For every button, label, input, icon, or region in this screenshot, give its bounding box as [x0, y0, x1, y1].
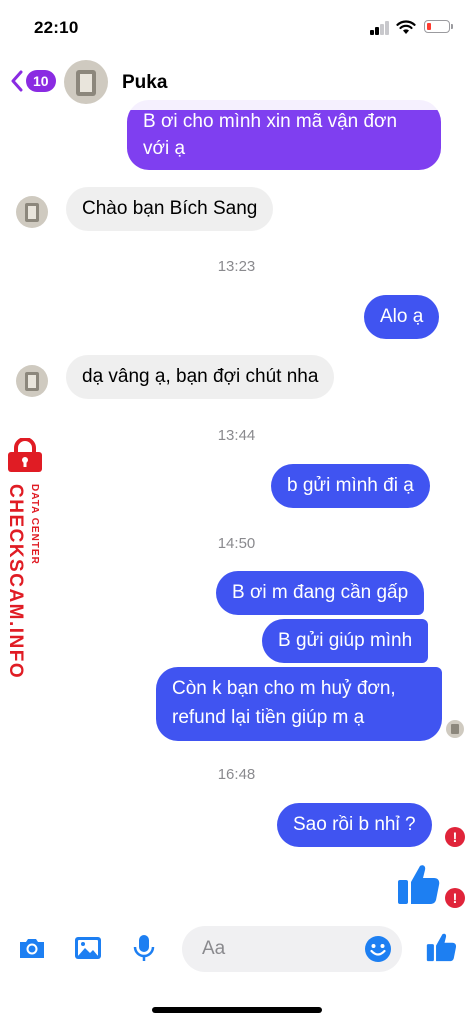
contact-name[interactable]: Puka	[122, 72, 167, 94]
image-icon[interactable]	[72, 932, 104, 964]
timestamp: 16:48	[217, 766, 256, 783]
message-text: Sao rồi b nhỉ ?	[293, 814, 416, 835]
home-indicator[interactable]	[152, 1007, 322, 1013]
chat-header: 10 Puka	[0, 52, 473, 110]
back-button[interactable]: 10	[10, 66, 56, 96]
message-text: Alo ạ	[380, 306, 424, 327]
watermark: CHECKSCAM.INFO DATA CENTER	[0, 438, 52, 679]
error-icon[interactable]: !	[445, 827, 465, 847]
battery-icon	[424, 20, 453, 33]
outgoing-message[interactable]: Sao rồi b nhỉ ?	[277, 803, 432, 847]
signal-icon	[370, 21, 390, 35]
status-bar: 22:10	[0, 0, 473, 52]
seen-receipt-avatar	[446, 720, 464, 738]
unread-badge: 10	[26, 70, 56, 92]
outgoing-message[interactable]: b gửi mình đi ạ	[271, 464, 430, 508]
incoming-message[interactable]: Chào bạn Bích Sang	[66, 187, 274, 231]
microphone-icon[interactable]	[128, 932, 160, 964]
contact-avatar-small	[16, 196, 48, 228]
wifi-icon	[396, 20, 416, 34]
outgoing-message[interactable]: B gửi giúp mình	[262, 619, 429, 663]
message-text: b gửi mình đi ạ	[287, 475, 414, 496]
message-input[interactable]: Aa	[182, 926, 402, 972]
message-text: dạ vâng ạ, bạn đợi chút nha	[82, 366, 319, 387]
message-text: với ạ	[143, 138, 186, 159]
watermark-brand: CHECKSCAM.INFO	[5, 484, 26, 680]
contact-avatar-small	[16, 365, 48, 397]
timestamp: 13:44	[217, 427, 256, 444]
message-input-placeholder: Aa	[202, 938, 226, 959]
like-icon[interactable]	[394, 860, 442, 908]
message-text: Chào bạn Bích Sang	[82, 198, 258, 219]
emoji-icon[interactable]	[364, 935, 392, 963]
message-text: Còn k bạn cho m huỷ đơn,	[172, 678, 396, 699]
message-text: B ơi m đang cần gấp	[232, 582, 409, 603]
composer-bar: Aa	[0, 918, 473, 982]
status-time: 22:10	[34, 18, 79, 37]
timestamp: 14:50	[217, 535, 256, 552]
incoming-message[interactable]: dạ vâng ạ, bạn đợi chút nha	[66, 355, 335, 399]
message-text: B ơi cho mình xin mã vận đơn	[143, 111, 398, 132]
timestamp: 13:23	[217, 258, 256, 275]
lock-icon	[8, 438, 42, 472]
like-button-icon[interactable]	[424, 930, 458, 964]
message-text: refund lại tiền giúp m ạ	[172, 707, 365, 728]
outgoing-message[interactable]: Còn k bạn cho m huỷ đơn, refund lại tiền…	[156, 667, 442, 741]
error-icon[interactable]: !	[445, 888, 465, 908]
contact-avatar[interactable]	[64, 60, 108, 104]
outgoing-message[interactable]: B ơi cho mình xin mã vận đơn với ạ	[127, 100, 441, 170]
back-chevron-icon	[11, 70, 23, 92]
camera-icon[interactable]	[16, 932, 48, 964]
outgoing-message[interactable]: Alo ạ	[364, 295, 440, 339]
message-text: B gửi giúp mình	[278, 630, 413, 651]
outgoing-message[interactable]: B ơi m đang cần gấp	[216, 571, 425, 615]
watermark-sub: DATA CENTER	[29, 484, 40, 565]
